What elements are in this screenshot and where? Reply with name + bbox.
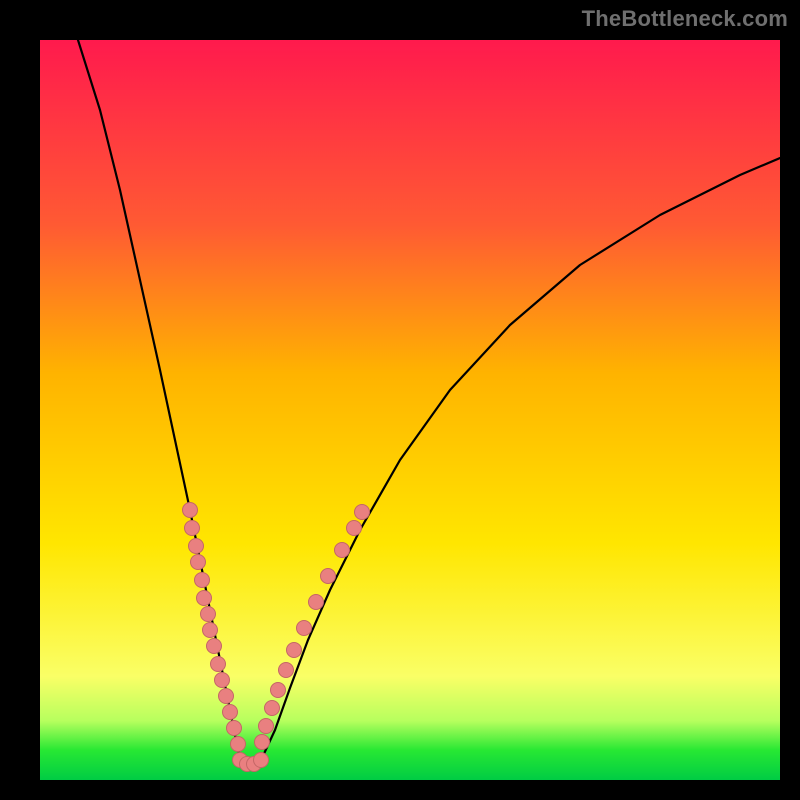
data-dot	[255, 735, 270, 750]
data-dot	[185, 521, 200, 536]
plot-area	[40, 40, 780, 780]
data-dot	[259, 719, 274, 734]
data-dot	[347, 521, 362, 536]
data-dot	[195, 573, 210, 588]
data-dot	[297, 621, 312, 636]
data-dot	[271, 683, 286, 698]
chart-svg	[40, 40, 780, 780]
data-dot	[287, 643, 302, 658]
data-dot	[355, 505, 370, 520]
data-dot	[231, 737, 246, 752]
data-dot	[309, 595, 324, 610]
data-dot	[215, 673, 230, 688]
data-dot	[227, 721, 242, 736]
data-dot	[203, 623, 218, 638]
data-dot	[183, 503, 198, 518]
data-dot	[335, 543, 350, 558]
gradient-background	[40, 40, 780, 780]
data-dot	[254, 753, 269, 768]
data-dot	[279, 663, 294, 678]
data-dot	[223, 705, 238, 720]
data-dot	[211, 657, 226, 672]
data-dot	[201, 607, 216, 622]
data-dot	[321, 569, 336, 584]
data-dot	[219, 689, 234, 704]
data-dot	[207, 639, 222, 654]
data-dot	[197, 591, 212, 606]
data-dot	[265, 701, 280, 716]
watermark-text: TheBottleneck.com	[582, 6, 788, 32]
data-dot	[189, 539, 204, 554]
data-dot	[191, 555, 206, 570]
chart-frame: TheBottleneck.com	[0, 0, 800, 800]
